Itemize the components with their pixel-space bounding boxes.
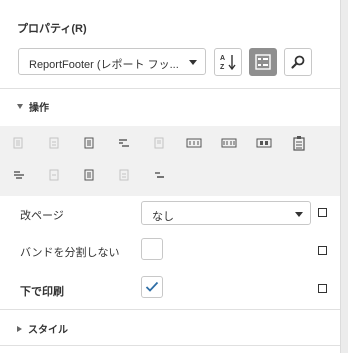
align-middle-icon[interactable]: [80, 134, 98, 152]
expand-triangle-icon: [17, 325, 22, 332]
align-left-disabled-icon[interactable]: [10, 134, 28, 152]
property-marker-icon[interactable]: [318, 208, 327, 217]
divider: [0, 345, 340, 346]
sort-alphabetical-button[interactable]: A Z: [214, 48, 242, 76]
keep-together-checkbox[interactable]: [141, 238, 163, 260]
print-at-bottom-label: 下で印刷: [20, 286, 64, 298]
align-right-icon[interactable]: [115, 134, 133, 152]
align-bottom-icon[interactable]: [150, 166, 168, 184]
properties-panel: プロパティ(R) ReportFooter (レポート フッ... A Z 操作: [0, 0, 340, 353]
sort-alpha-icon: A Z: [220, 55, 236, 71]
equal-spacing-icon[interactable]: [255, 134, 273, 152]
panel-scrollbar[interactable]: [340, 0, 348, 353]
object-selector-value: ReportFooter (レポート フッ...: [29, 59, 179, 71]
property-marker-icon[interactable]: [318, 246, 327, 255]
page-break-value: なし: [152, 211, 174, 223]
page-break-dropdown[interactable]: なし: [141, 201, 311, 225]
print-at-bottom-checkbox[interactable]: [141, 276, 163, 298]
clipboard-icon[interactable]: [290, 134, 308, 152]
divider: [0, 309, 340, 310]
indent-left-icon[interactable]: [10, 166, 28, 184]
keep-together-label: バンドを分割しない: [20, 247, 120, 259]
distribute-horizontal-icon[interactable]: [185, 134, 203, 152]
search-button[interactable]: [284, 48, 312, 76]
section-style-label: スタイル: [28, 325, 68, 336]
stack-disabled-icon[interactable]: [45, 166, 63, 184]
section-style-header[interactable]: スタイル: [17, 321, 68, 336]
categorized-button[interactable]: [249, 48, 277, 76]
stack-vertical-icon[interactable]: [80, 166, 98, 184]
align-center-disabled-icon[interactable]: [45, 134, 63, 152]
section-operations-header[interactable]: 操作: [17, 99, 49, 114]
page-break-label: 改ページ: [20, 210, 64, 222]
divider: [0, 88, 340, 89]
align-top-disabled-icon[interactable]: [150, 134, 168, 152]
property-marker-icon[interactable]: [318, 284, 327, 293]
svg-text:A: A: [220, 55, 225, 62]
distribute-columns-icon[interactable]: [220, 134, 238, 152]
chevron-down-icon: [295, 212, 303, 217]
search-icon: [291, 55, 305, 69]
object-selector[interactable]: ReportFooter (レポート フッ...: [18, 48, 206, 75]
stack-bottom-disabled-icon[interactable]: [115, 166, 133, 184]
svg-text:Z: Z: [220, 64, 225, 71]
chevron-down-icon: [189, 60, 197, 65]
collapse-triangle-icon: [17, 104, 23, 109]
categorized-icon: [255, 54, 271, 70]
checkmark-icon: [145, 281, 159, 292]
panel-title: プロパティ(R): [17, 23, 87, 35]
layout-tools-area: [0, 126, 340, 196]
section-operations-label: 操作: [29, 103, 49, 114]
